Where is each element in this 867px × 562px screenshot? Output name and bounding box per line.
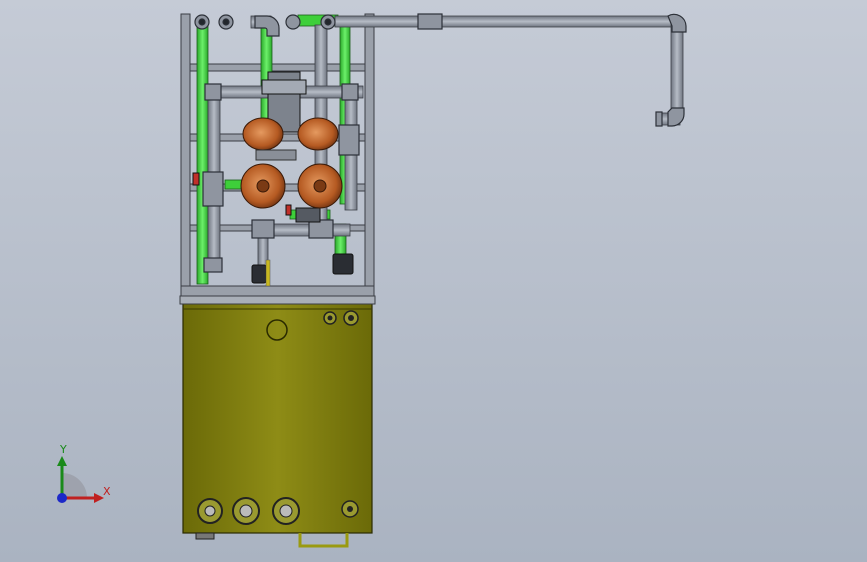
tank-body	[182, 302, 373, 548]
drain-line	[265, 259, 271, 287]
cad-viewport[interactable]: Y X	[0, 0, 867, 562]
x-axis-label: X	[103, 485, 111, 498]
coordinate-triad: Y X	[40, 440, 130, 515]
y-axis-label: Y	[60, 443, 67, 456]
gray-pipes	[207, 15, 684, 274]
assembly-model[interactable]	[0, 0, 867, 562]
triad-axes-icon	[57, 456, 104, 503]
